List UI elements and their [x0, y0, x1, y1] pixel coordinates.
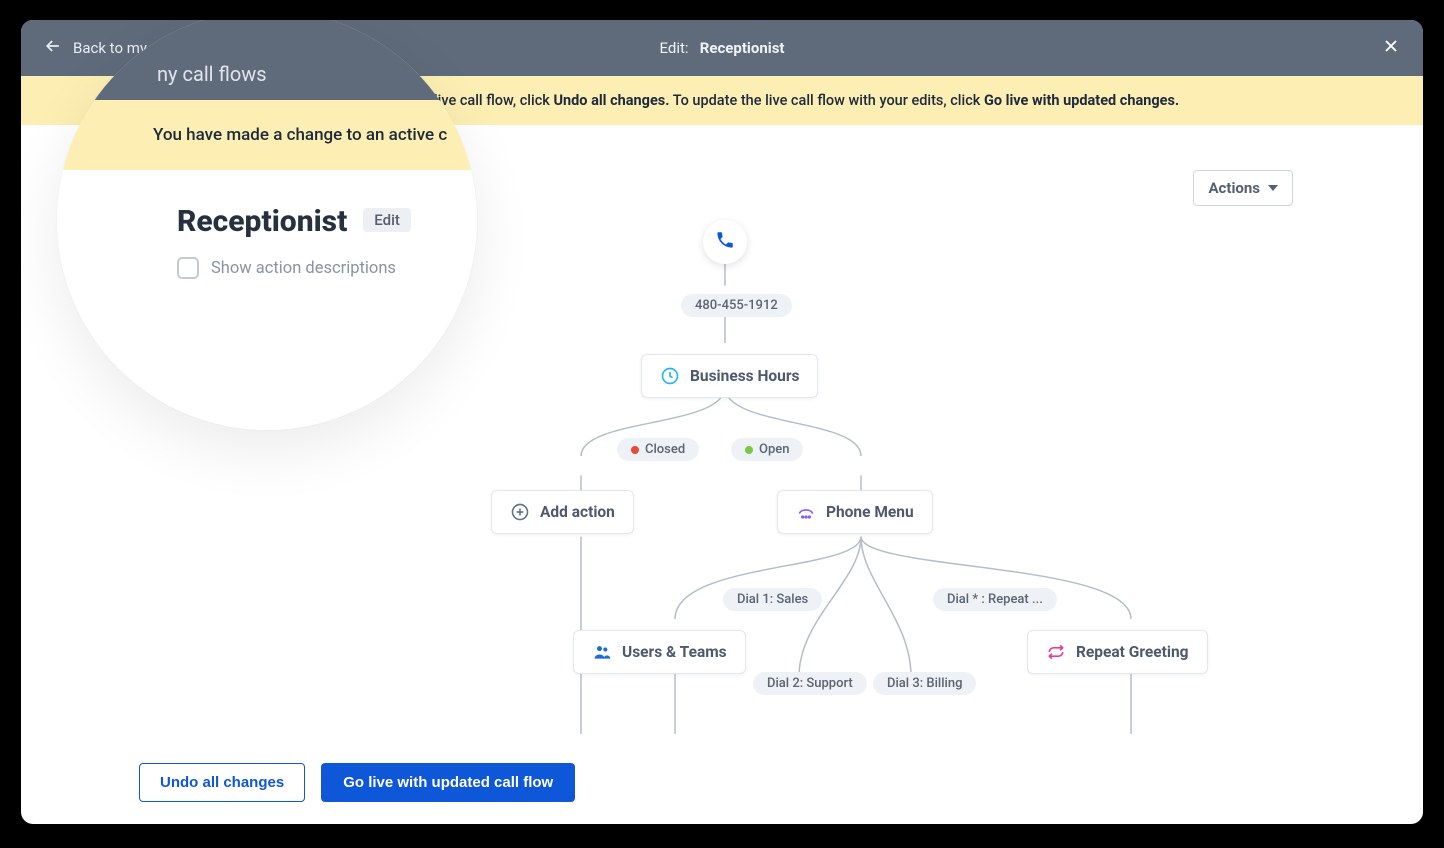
dial3-pill[interactable]: Dial 3: Billing [873, 672, 976, 695]
footer-actions: Undo all changes Go live with updated ca… [139, 763, 575, 802]
phone-menu-icon [796, 502, 816, 522]
closed-label: Closed [645, 442, 685, 457]
chevron-down-icon [1268, 185, 1278, 191]
phone-menu-node[interactable]: Phone Menu [777, 490, 933, 534]
business-hours-label: Business Hours [690, 367, 799, 385]
header-title: Edit: Receptionist [660, 39, 785, 57]
undo-all-button[interactable]: Undo all changes [139, 763, 305, 802]
dial2-label: Dial 2: Support [767, 676, 853, 691]
close-button[interactable] [1381, 36, 1401, 60]
close-icon [1381, 41, 1401, 60]
golive-label: Go live with updated call flow [343, 774, 553, 791]
open-pill[interactable]: Open [731, 438, 803, 461]
open-label: Open [759, 442, 789, 457]
add-action-label: Add action [540, 503, 615, 521]
go-live-button[interactable]: Go live with updated call flow [321, 763, 575, 802]
dial1-label: Dial 1: Sales [737, 592, 808, 607]
magnifier-back-tail: ny call flows [157, 62, 267, 86]
magnifier-edit-button[interactable]: Edit [363, 208, 411, 232]
clock-icon [660, 366, 680, 386]
edit-prefix: Edit: [660, 39, 689, 57]
phone-menu-label: Phone Menu [826, 503, 914, 521]
magnifier-body: Receptionist Edit Show action descriptio… [57, 170, 477, 430]
phone-number-pill[interactable]: 480-455-1912 [681, 294, 792, 317]
magnifier-banner-text: You have made a change to an active c [153, 125, 447, 145]
plus-circle-icon [510, 502, 530, 522]
actions-dropdown[interactable]: Actions [1193, 170, 1293, 206]
dial-star-label: Dial * : Repeat ... [947, 592, 1043, 607]
users-teams-label: Users & Teams [622, 643, 727, 661]
phone-number: 480-455-1912 [695, 298, 778, 313]
add-action-node[interactable]: Add action [491, 490, 634, 534]
dial1-pill[interactable]: Dial 1: Sales [723, 588, 822, 611]
banner-golive-bold: Go live with updated changes. [984, 92, 1179, 109]
dial2-pill[interactable]: Dial 2: Support [753, 672, 867, 695]
magnifier-header: ny call flows [57, 20, 477, 100]
phone-icon [715, 230, 735, 254]
repeat-icon [1046, 642, 1066, 662]
banner-text-2: To update the live call flow with your e… [673, 92, 984, 109]
users-teams-node[interactable]: Users & Teams [573, 630, 746, 674]
magnifier-overlay: ny call flows You have made a change to … [57, 20, 477, 430]
checkbox-label: Show action descriptions [211, 259, 396, 278]
status-dot-closed [631, 446, 639, 454]
magnifier-title: Receptionist [177, 204, 347, 239]
dial-star-pill[interactable]: Dial * : Repeat ... [933, 588, 1057, 611]
business-hours-node[interactable]: Business Hours [641, 354, 818, 398]
show-descriptions-checkbox[interactable]: Show action descriptions [177, 257, 477, 279]
phone-start-node[interactable] [703, 220, 747, 264]
magnifier-edit-label: Edit [374, 211, 400, 229]
checkbox-icon [177, 257, 199, 279]
banner-undo-bold: Undo all changes. [553, 92, 669, 109]
repeat-greeting-label: Repeat Greeting [1076, 643, 1189, 661]
repeat-greeting-node[interactable]: Repeat Greeting [1027, 630, 1208, 674]
magnifier-banner: You have made a change to an active c [57, 100, 477, 170]
closed-pill[interactable]: Closed [617, 438, 699, 461]
undo-label: Undo all changes [160, 774, 284, 791]
dial3-label: Dial 3: Billing [887, 676, 962, 691]
status-dot-open [745, 446, 753, 454]
app-screen: Back to my call flows Edit: Receptionist… [21, 20, 1423, 824]
actions-label: Actions [1208, 179, 1260, 197]
users-icon [592, 642, 612, 662]
flow-name: Receptionist [700, 39, 785, 57]
